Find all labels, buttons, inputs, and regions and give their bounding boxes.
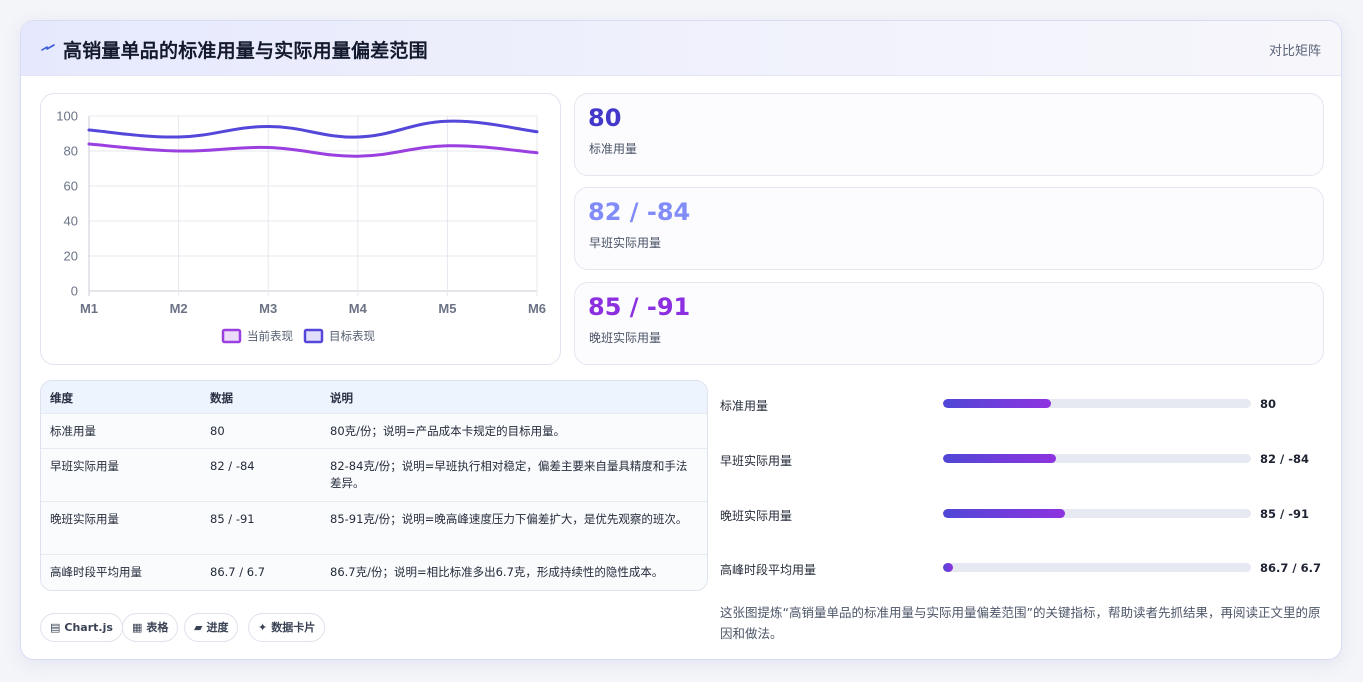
metric-value: 85 / -91 (588, 293, 691, 321)
line-chart-panel: 0 20 40 60 80 100 M1 M2 M3 M4 M5 M6 当前表现 目标表现 (40, 93, 561, 365)
table-cell: 标准用量 (50, 424, 96, 438)
progress-row: 早班实际用量 82 / -84 (720, 444, 1322, 474)
table-row: 标准用量 80 80克/份；说明=产品成本卡规定的目标用量。 (41, 414, 707, 449)
x-tick-label: M1 (80, 301, 98, 316)
progress-fill (943, 454, 1056, 463)
metric-label: 标准用量 (589, 142, 638, 156)
table-cell: 86.7 / 6.7 (210, 565, 266, 579)
progress-row: 标准用量 80 (720, 389, 1322, 419)
chip-table[interactable]: ▦ 表格 (122, 613, 179, 642)
table-header-cell: 维度 (50, 391, 73, 405)
table-header-cell: 数据 (210, 391, 233, 405)
table-cell: 82 / -84 (210, 459, 255, 473)
progress-track (943, 563, 1251, 572)
chip-progress[interactable]: ▰ 进度 (184, 613, 239, 642)
progress-icon: ▰ (194, 621, 203, 634)
y-tick-label: 0 (71, 284, 78, 299)
card-header: 高销量单品的标准用量与实际用量偏差范围 对比矩阵 (21, 21, 1341, 76)
chip-label: 表格 (146, 621, 169, 634)
x-tick-label: M4 (349, 301, 368, 316)
progress-row: 晚班实际用量 85 / -91 (720, 499, 1322, 529)
progress-value: 80 (1260, 397, 1277, 411)
progress-value: 86.7 / 6.7 (1260, 561, 1321, 575)
page-title: 高销量单品的标准用量与实际用量偏差范围 (63, 40, 428, 62)
table-row: 晚班实际用量 85 / -91 85-91克/份；说明=晚高峰速度压力下偏差扩大… (41, 502, 707, 555)
chip-data-cards[interactable]: ✦ 数据卡片 (248, 613, 326, 642)
y-tick-label: 60 (64, 179, 78, 194)
progress-label: 晚班实际用量 (720, 509, 793, 523)
table-row: 早班实际用量 82 / -84 82-84克/份；说明=早班执行相对稳定，偏差主… (41, 449, 707, 502)
table-cell: 85-91克/份；说明=晚高峰速度压力下偏差扩大，是优先观察的班次。 (330, 512, 688, 526)
table-row: 高峰时段平均用量 86.7 / 6.7 86.7克/份；说明=相比标准多出6.7… (41, 555, 707, 590)
progress-track (943, 509, 1251, 518)
x-tick-label: M6 (528, 301, 546, 316)
y-tick-label: 20 (64, 249, 78, 264)
progress-fill (943, 563, 954, 572)
table-cell: 80克/份；说明=产品成本卡规定的目标用量。 (330, 424, 566, 438)
legend-swatch (303, 328, 324, 344)
summary-note: 这张图提炼“高销量单品的标准用量与实际用量偏差范围”的关键指标，帮助读者先抓结果… (720, 605, 1321, 641)
x-tick-label: M3 (259, 301, 277, 316)
table-icon: ▦ (132, 621, 143, 634)
progress-label: 早班实际用量 (720, 454, 793, 468)
view-mode-label: 对比矩阵 (1268, 44, 1321, 59)
data-table: 维度 数据 说明 标准用量 80 80克/份；说明=产品成本卡规定的目标用量。 … (40, 380, 708, 591)
metric-label: 晚班实际用量 (589, 331, 662, 345)
line-chart: 0 20 40 60 80 100 M1 M2 M3 M4 M5 M6 当前表现 目标表现 (56, 109, 546, 344)
table-cell: 80 (210, 424, 225, 438)
legend-label: 目标表现 (329, 329, 375, 343)
progress-track (943, 399, 1251, 408)
progress-value: 85 / -91 (1260, 507, 1309, 521)
metric-value: 80 (588, 104, 622, 132)
table-header-cell: 说明 (330, 391, 353, 405)
metric-card-evening: 85 / -91 晚班实际用量 (574, 282, 1324, 365)
table-cell: 早班实际用量 (50, 459, 119, 473)
chip-label: 数据卡片 (271, 621, 316, 634)
chip-chartjs[interactable]: ▤ Chart.js (40, 613, 123, 642)
progress-row: 高峰时段平均用量 86.7 / 6.7 (720, 553, 1322, 583)
progress-fill (943, 509, 1065, 518)
sparkle-icon: ✦ (258, 621, 268, 634)
metric-value: 82 / -84 (588, 198, 691, 226)
table-cell: 高峰时段平均用量 (50, 565, 142, 579)
table-header-row: 维度 数据 说明 (41, 381, 707, 414)
chart-icon: ▤ (50, 621, 61, 634)
table-cell: 晚班实际用量 (50, 512, 119, 526)
progress-track (943, 454, 1251, 463)
progress-value: 82 / -84 (1260, 452, 1309, 466)
x-tick-label: M5 (438, 301, 456, 316)
y-tick-label: 40 (64, 214, 78, 229)
legend-swatch (221, 328, 242, 344)
y-tick-label: 80 (64, 144, 78, 159)
progress-label: 高峰时段平均用量 (720, 563, 817, 577)
progress-label: 标准用量 (720, 399, 769, 413)
table-cell: 85 / -91 (210, 512, 255, 526)
lightning-icon (41, 44, 55, 51)
chip-label: Chart.js (64, 621, 113, 634)
x-tick-label: M2 (170, 301, 188, 316)
metric-card-standard: 80 标准用量 (574, 93, 1324, 176)
series-line-target (87, 119, 539, 139)
table-cell: 86.7克/份；说明=相比标准多出6.7克，形成持续性的隐性成本。 (330, 565, 664, 579)
series-line-current (87, 142, 539, 158)
dashboard-card: 高销量单品的标准用量与实际用量偏差范围 对比矩阵 0 20 40 60 80 100 M1 M… (20, 20, 1342, 660)
table-cell: 82-84克/份；说明=早班执行相对稳定，偏差主要来自量具精度和手法差异。 (330, 459, 688, 490)
chip-label: 进度 (206, 621, 229, 634)
y-tick-label: 100 (56, 109, 78, 124)
legend-label: 当前表现 (247, 329, 293, 343)
progress-fill (943, 399, 1051, 408)
metric-label: 早班实际用量 (589, 236, 662, 250)
metric-card-morning: 82 / -84 早班实际用量 (574, 187, 1324, 270)
